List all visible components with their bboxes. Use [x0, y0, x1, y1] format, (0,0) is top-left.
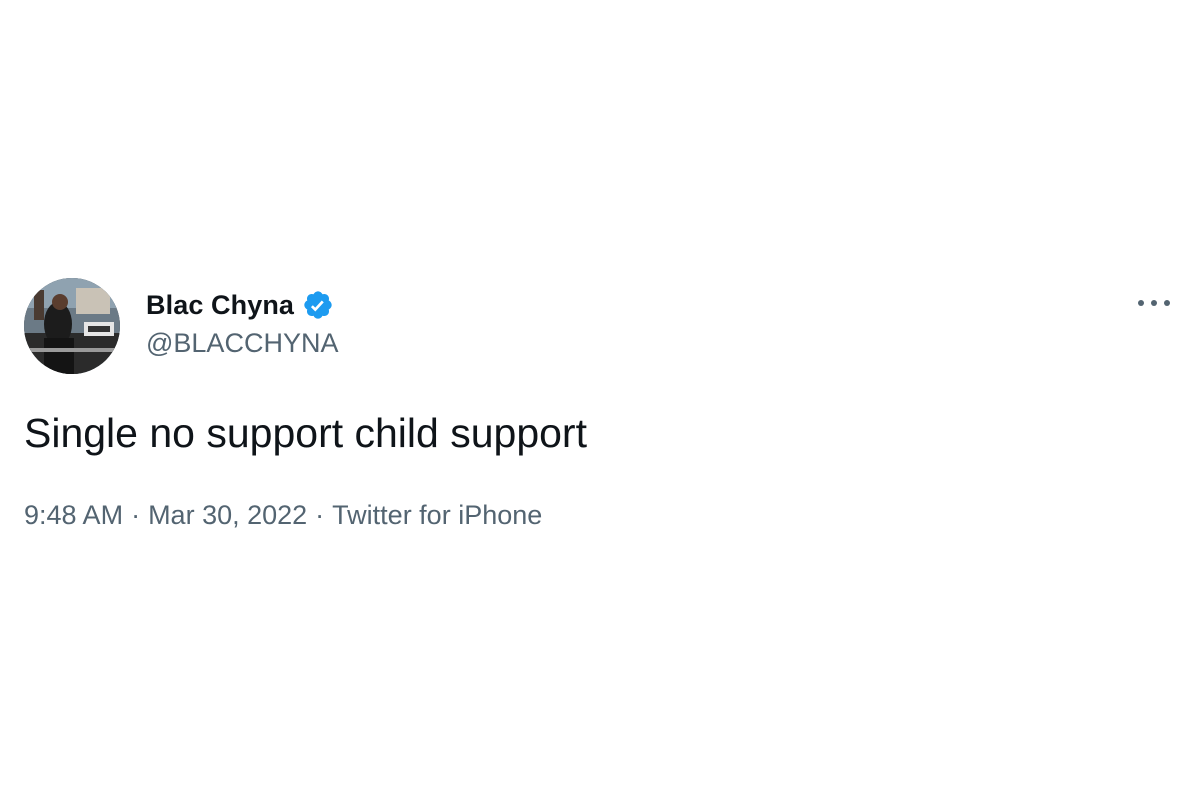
- verified-badge-icon: [302, 289, 334, 321]
- more-options-button[interactable]: [1130, 288, 1178, 318]
- more-options-icon: [1138, 300, 1170, 306]
- tweet-card: Blac Chyna @BLACCHYNA Single no support …: [0, 0, 1200, 800]
- tweet-source[interactable]: Twitter for iPhone: [332, 500, 542, 530]
- author-avatar[interactable]: [24, 278, 120, 374]
- author-handle[interactable]: @BLACCHYNA: [146, 328, 338, 359]
- avatar-photo: [24, 278, 120, 374]
- author-display-name[interactable]: Blac Chyna: [146, 290, 294, 321]
- meta-separator: ·: [131, 500, 141, 530]
- meta-separator: ·: [315, 500, 325, 530]
- tweet-time[interactable]: 9:48 AM: [24, 500, 123, 530]
- tweet-date[interactable]: Mar 30, 2022: [148, 500, 307, 530]
- tweet-text: Single no support child support: [24, 410, 587, 456]
- tweet-meta: 9:48 AM · Mar 30, 2022 · Twitter for iPhone: [24, 500, 542, 531]
- author-name-row[interactable]: Blac Chyna: [146, 286, 334, 324]
